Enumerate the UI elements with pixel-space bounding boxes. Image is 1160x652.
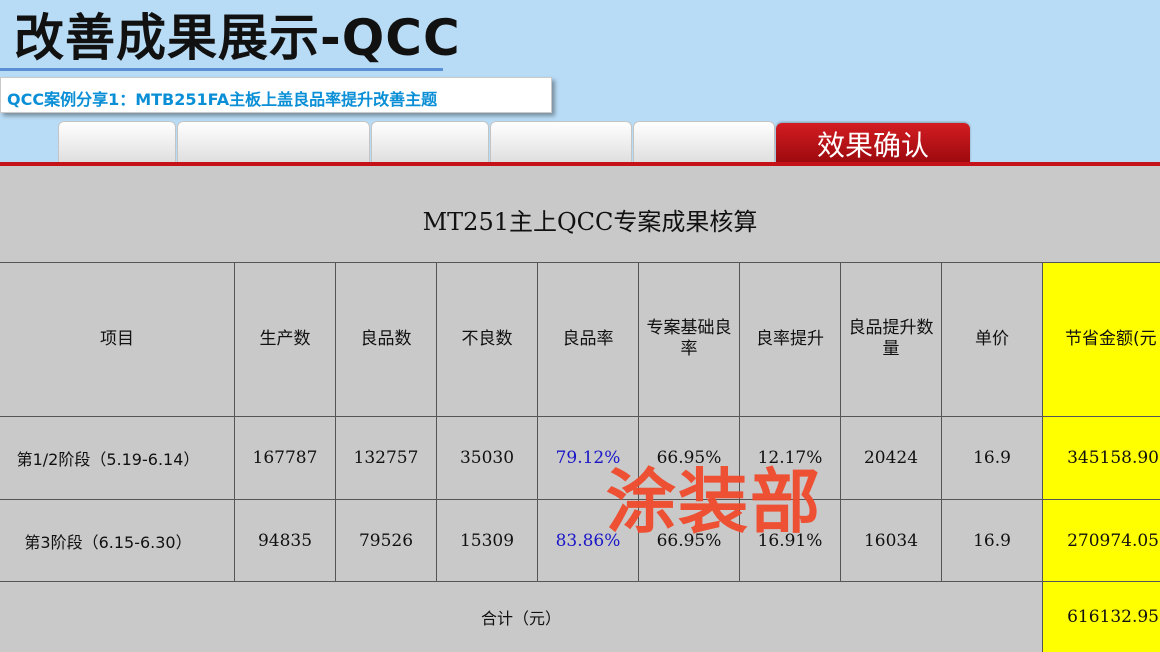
results-table: 项目 生产数 良品数 不良数 良品率 专案基础良率 良率提升 良品提升数量 单价… xyxy=(0,262,1160,652)
row-unit-price: 16.9 xyxy=(973,530,1011,551)
header-yield-rate: 良品率 xyxy=(562,328,614,349)
table-title: MT251主上QCC专案成果核算 xyxy=(422,208,758,236)
row-good-qty-increase: 16034 xyxy=(863,530,919,551)
header-good-qty-increase: 良品提升数量 xyxy=(848,318,934,359)
row-stage: 第1/2阶段（5.19-6.14） xyxy=(16,450,200,469)
header-yield-improvement: 良率提升 xyxy=(756,328,824,349)
results-sheet: MT251主上QCC专案成果核算 项目 生产数 良品数 不良数 良品率 专案基础… xyxy=(0,166,1160,652)
header-production-qty: 生产数 xyxy=(259,328,311,349)
header-baseline-yield: 专案基础良率 xyxy=(646,318,732,359)
header-savings: 节省金额(元 xyxy=(1065,328,1157,349)
tab-2[interactable] xyxy=(177,121,370,163)
row-production-qty: 167787 xyxy=(252,448,318,468)
header-good-qty: 良品数 xyxy=(360,328,412,349)
department-watermark: 涂装部 xyxy=(606,461,822,543)
row-stage: 第3阶段（6.15-6.30） xyxy=(24,532,192,552)
slide-title: 改善成果展示-QCC xyxy=(14,9,461,67)
tab-3[interactable] xyxy=(371,121,489,163)
tab-5[interactable] xyxy=(633,121,775,163)
total-value: 616132.95 xyxy=(1067,607,1159,627)
header-item: 项目 xyxy=(100,328,134,349)
header-defect-qty: 不良数 xyxy=(461,328,513,349)
row-unit-price: 16.9 xyxy=(973,448,1011,468)
row-good-qty-increase: 20424 xyxy=(863,448,919,468)
row-defect-qty: 15309 xyxy=(459,530,515,551)
tab-4[interactable] xyxy=(490,121,632,163)
title-underline xyxy=(0,68,443,71)
total-label: 合计（元） xyxy=(480,609,561,628)
row-good-qty: 132757 xyxy=(353,448,419,468)
row-defect-qty: 35030 xyxy=(459,448,515,468)
tab-1[interactable] xyxy=(58,121,176,163)
subtitle-box: QCC案例分享1：MTB251FA主板上盖良品率提升改善主题 xyxy=(0,77,552,113)
row-production-qty: 94835 xyxy=(257,530,313,551)
row-savings: 270974.05 xyxy=(1067,530,1159,551)
subtitle-text: QCC案例分享1：MTB251FA主板上盖良品率提升改善主题 xyxy=(7,90,438,109)
tab-effect-confirm[interactable]: 效果确认 xyxy=(776,123,970,163)
header-unit-price: 单价 xyxy=(975,328,1009,349)
row-good-qty: 79526 xyxy=(358,530,414,551)
row-savings: 345158.90 xyxy=(1067,448,1159,468)
